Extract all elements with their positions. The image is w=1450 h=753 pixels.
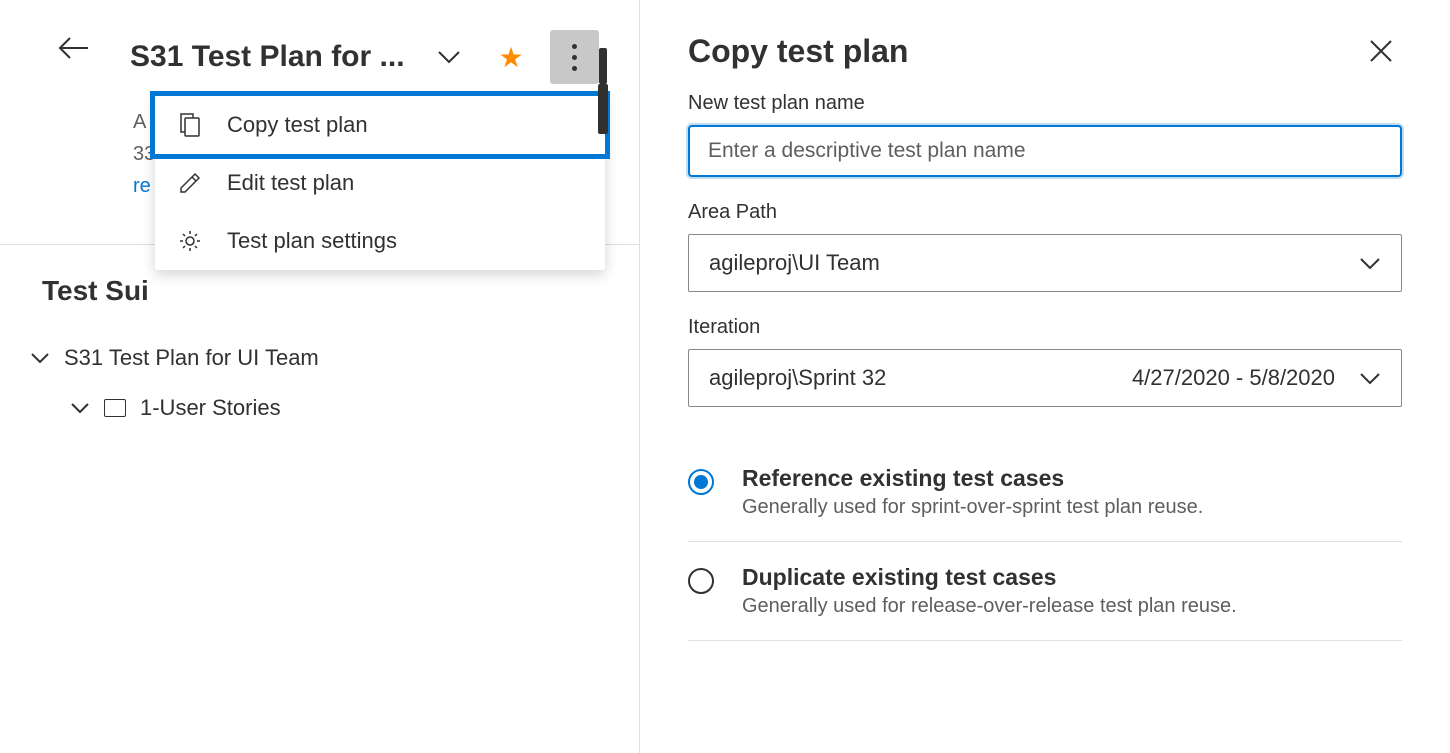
radio-text: Duplicate existing test cases Generally … xyxy=(742,564,1237,618)
menu-item-label: Copy test plan xyxy=(227,112,368,138)
iteration-value: agileproj\Sprint 32 xyxy=(709,365,886,391)
chevron-down-icon xyxy=(30,352,50,364)
menu-item-label: Test plan settings xyxy=(227,228,397,254)
tree-item-child[interactable]: 1-User Stories xyxy=(30,383,639,433)
folder-icon xyxy=(104,399,126,417)
menu-item-edit-test-plan[interactable]: Edit test plan xyxy=(155,154,605,212)
radio-description: Generally used for release-over-release … xyxy=(742,595,1237,618)
radio-reference-existing[interactable]: Reference existing test cases Generally … xyxy=(688,443,1402,542)
chevron-down-icon xyxy=(1359,372,1381,385)
area-path-value: agileproj\UI Team xyxy=(709,250,880,276)
radio-title: Duplicate existing test cases xyxy=(742,564,1237,591)
name-field-group: New test plan name xyxy=(688,92,1402,177)
pencil-icon xyxy=(177,170,203,196)
iteration-group: Iteration agileproj\Sprint 32 4/27/2020 … xyxy=(688,316,1402,407)
chevron-down-icon xyxy=(1359,257,1381,270)
more-dots-icon xyxy=(572,44,577,71)
name-label: New test plan name xyxy=(688,92,1402,115)
tree-item-label: S31 Test Plan for UI Team xyxy=(64,345,319,371)
menu-item-copy-test-plan[interactable]: Copy test plan xyxy=(150,91,610,159)
plan-title: S31 Test Plan for ... xyxy=(130,40,405,74)
back-arrow-icon[interactable] xyxy=(58,36,90,60)
plan-header: S31 Test Plan for ... ★ xyxy=(0,0,639,94)
tree-item-label: 1-User Stories xyxy=(140,395,281,421)
more-actions-button[interactable] xyxy=(550,30,599,84)
area-path-dropdown[interactable]: agileproj\UI Team xyxy=(688,234,1402,292)
context-menu: Copy test plan Edit test plan Test plan … xyxy=(155,96,605,270)
iteration-dates: 4/27/2020 - 5/8/2020 xyxy=(1132,365,1335,391)
area-path-group: Area Path agileproj\UI Team xyxy=(688,201,1402,292)
radio-description: Generally used for sprint-over-sprint te… xyxy=(742,496,1203,519)
radio-duplicate-existing[interactable]: Duplicate existing test cases Generally … xyxy=(688,542,1402,641)
panel-title: Copy test plan xyxy=(688,33,908,70)
gear-icon xyxy=(177,228,203,254)
obscured-link[interactable]: re xyxy=(133,175,151,197)
radio-indicator xyxy=(688,568,714,594)
radio-title: Reference existing test cases xyxy=(742,465,1203,492)
iteration-dropdown[interactable]: agileproj\Sprint 32 4/27/2020 - 5/8/2020 xyxy=(688,349,1402,407)
menu-item-label: Edit test plan xyxy=(227,170,354,196)
test-plan-name-input[interactable] xyxy=(688,125,1402,177)
area-path-label: Area Path xyxy=(688,201,1402,224)
favorite-star-icon[interactable]: ★ xyxy=(499,41,524,74)
menu-item-test-plan-settings[interactable]: Test plan settings xyxy=(155,212,605,270)
left-panel: S31 Test Plan for ... ★ A 33 re Copy te xyxy=(0,0,640,753)
plan-chevron-icon[interactable] xyxy=(437,50,461,64)
copy-option-radio-group: Reference existing test cases Generally … xyxy=(688,443,1402,641)
radio-text: Reference existing test cases Generally … xyxy=(742,465,1203,519)
chevron-down-icon xyxy=(70,402,90,414)
radio-indicator-selected xyxy=(688,469,714,495)
close-button[interactable] xyxy=(1360,30,1402,72)
panel-header: Copy test plan xyxy=(688,30,1402,72)
iteration-label: Iteration xyxy=(688,316,1402,339)
tree-item-root[interactable]: S31 Test Plan for UI Team xyxy=(30,333,639,383)
suite-tree: S31 Test Plan for UI Team 1-User Stories xyxy=(0,317,639,433)
close-icon xyxy=(1368,38,1394,64)
copy-test-plan-panel: Copy test plan New test plan name Area P… xyxy=(640,0,1450,753)
copy-icon xyxy=(177,112,203,138)
obscured-line-1: A xyxy=(133,111,146,133)
